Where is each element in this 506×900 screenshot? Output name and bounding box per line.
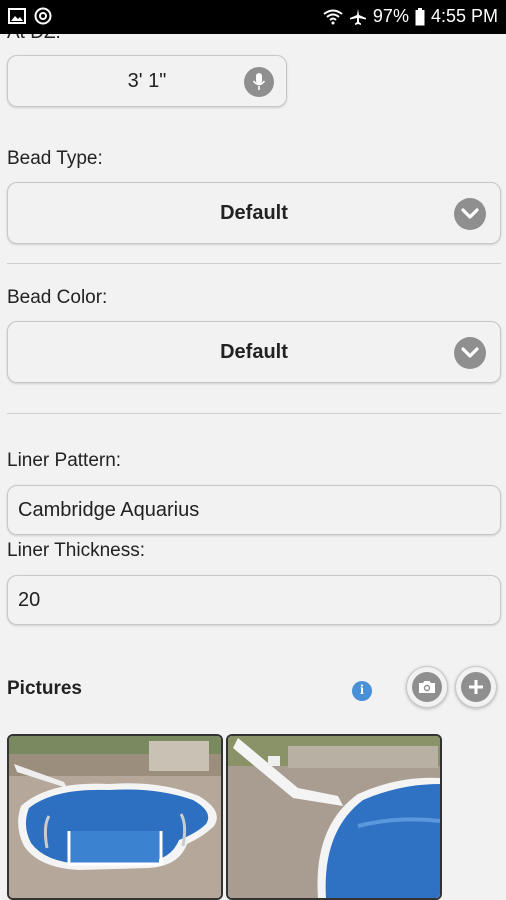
pool-image [9,736,221,898]
divider [7,413,501,414]
divider [7,263,501,264]
form-content: At DZ: 3' 1" Bead Type: Default Bead Col… [0,34,506,900]
image-icon [8,8,26,24]
liner-thickness-value: 20 [18,588,41,611]
liner-pattern-field[interactable]: Cambridge Aquarius [7,485,501,535]
liner-pattern-label: Liner Pattern: [7,450,122,471]
battery-percent: 97% [372,6,409,26]
pool-image [228,736,440,898]
at-icon [34,7,52,25]
add-picture-button[interactable] [455,666,497,708]
status-left-icons [8,7,52,25]
pool-photo-1[interactable] [7,734,223,900]
microphone-icon[interactable] [244,67,274,97]
clock: 4:55 PM [430,6,498,26]
measure-field[interactable]: 3' 1" [7,55,287,107]
status-right: 97% 4:55 PM [323,6,498,27]
bead-color-label: Bead Color: [7,287,108,308]
measure-label: At DZ: [7,34,61,44]
camera-button[interactable] [406,666,448,708]
pool-photo-2[interactable] [226,734,442,900]
bead-type-value: Default [220,201,288,224]
info-icon[interactable]: i [352,681,372,701]
airplane-icon [349,8,366,25]
measure-value: 3' 1" [127,69,167,92]
wifi-icon [323,9,343,24]
liner-pattern-value: Cambridge Aquarius [18,498,200,521]
pictures-title: Pictures [7,678,82,699]
bead-type-label: Bead Type: [7,148,103,169]
bead-type-select[interactable]: Default [7,182,501,244]
chevron-down-icon [454,198,486,230]
bead-color-value: Default [220,340,288,363]
bead-color-select[interactable]: Default [7,321,501,383]
camera-icon [412,672,442,702]
battery-icon [415,7,425,25]
chevron-down-icon [454,337,486,369]
status-bar: 97% 4:55 PM [0,0,506,34]
liner-thickness-field[interactable]: 20 [7,575,501,625]
liner-thickness-label: Liner Thickness: [7,540,145,561]
plus-icon [461,672,491,702]
